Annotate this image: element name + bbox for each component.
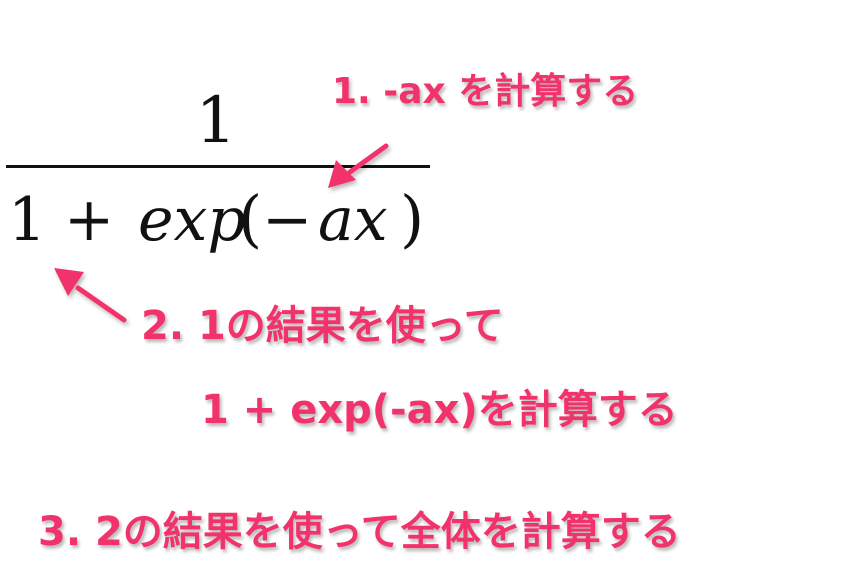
close-paren: ) — [400, 182, 424, 255]
denominator-one: 1 — [8, 185, 46, 255]
open-paren: ( — [238, 182, 262, 255]
arrow-step2-icon — [54, 268, 127, 323]
formula-numerator: 1 — [196, 84, 237, 158]
annotation-step1: 1. -ax を計算する — [332, 71, 639, 112]
annotation-step2-line2: 1 + exp(-ax)を計算する — [201, 387, 678, 433]
fraction-bar — [6, 165, 430, 168]
plus-sign: + — [64, 185, 114, 255]
exp-text: exp — [138, 185, 246, 255]
annotation-step2-line1: 2. 1の結果を使って — [141, 303, 504, 349]
ax-text: ax — [318, 185, 388, 255]
annotation-step3: 3. 2の結果を使って全体を計算する — [38, 509, 681, 555]
minus-sign: − — [262, 185, 312, 255]
